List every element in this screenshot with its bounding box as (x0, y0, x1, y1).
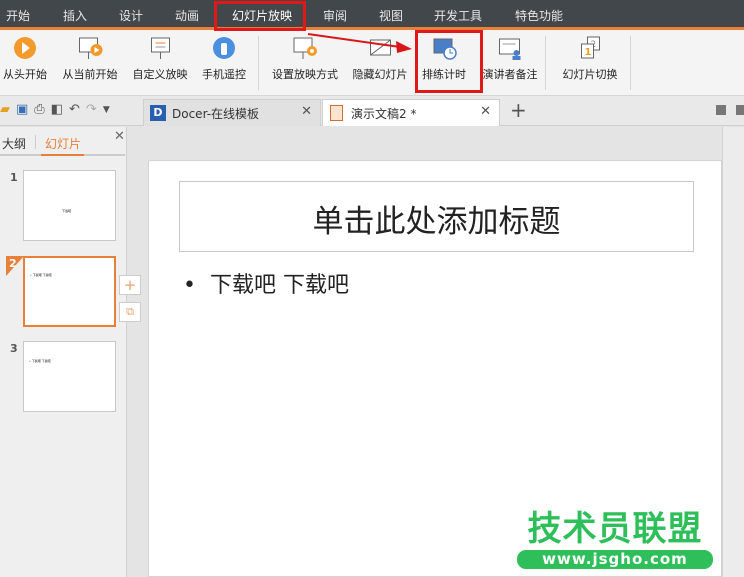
custom-show-icon (147, 36, 173, 60)
play-circle-icon (12, 36, 38, 60)
tab-label: 演示文稿2 * (351, 107, 417, 121)
menu-insert[interactable]: 插入 (63, 7, 87, 24)
slide-thumbnail-3[interactable]: • 下载吧 下载吧 (23, 341, 116, 412)
slide-transition-icon: 21 (577, 36, 603, 60)
button-label: 自定义放映 (132, 68, 188, 81)
thumbnail-text: 下载吧 (62, 209, 72, 213)
thumbnail-text: • 下载吧 下载吧 (29, 359, 51, 363)
bullet-text: 下载吧 下载吧 (209, 273, 349, 298)
button-label: 从头开始 (3, 68, 47, 81)
watermark-title: 技术员联盟 (527, 509, 703, 549)
menu-bar: 开始 插入 设计 动画 幻灯片放映 审阅 视图 开发工具 特色功能 (0, 0, 744, 30)
menu-special[interactable]: 特色功能 (515, 7, 563, 24)
document-tab-bar: ▰ ▣ ⎙ ◧ ↶ ↷ ▼ D Docer-在线模板 ✕ 演示文稿2 * ✕ + (0, 96, 744, 126)
play-from-current-button[interactable]: 从当前开始 (63, 34, 118, 82)
watermark-url: www.jsgho.com (517, 550, 713, 569)
presentation-file-icon (330, 105, 343, 121)
highlight-box-slideshow-menu (214, 1, 306, 31)
tab-slides[interactable]: 幻灯片 (45, 135, 81, 152)
red-arrow-annotation (307, 33, 412, 53)
bullet-icon: • (183, 273, 210, 298)
menu-developer[interactable]: 开发工具 (434, 7, 482, 24)
menu-animation[interactable]: 动画 (175, 7, 199, 24)
button-label: 手机遥控 (202, 68, 246, 81)
menu-view[interactable]: 视图 (379, 7, 403, 24)
svg-text:1: 1 (584, 47, 591, 58)
close-icon[interactable]: ✕ (301, 104, 312, 119)
divider (35, 135, 36, 149)
watermark: 技术员联盟 www.jsgho.com (515, 510, 715, 569)
tab-docer[interactable]: D Docer-在线模板 ✕ (143, 99, 321, 126)
duplicate-slide-button[interactable]: ⧉ (119, 302, 141, 322)
slide-transition-button[interactable]: 21 幻灯片切换 (563, 34, 618, 82)
slide-number: 2 (9, 257, 17, 270)
button-label: 幻灯片切换 (562, 68, 618, 81)
slide-number: 3 (10, 342, 18, 355)
print-icon[interactable]: ⎙ (34, 102, 44, 117)
dropdown-icon[interactable]: ▼ (103, 102, 110, 117)
custom-show-button[interactable]: 自定义放映 (133, 34, 188, 82)
phone-remote-icon (211, 36, 237, 60)
menu-design[interactable]: 设计 (119, 7, 143, 24)
menu-review[interactable]: 审阅 (323, 7, 347, 24)
tab-presentation[interactable]: 演示文稿2 * ✕ (322, 99, 500, 126)
window-icon[interactable] (736, 105, 744, 115)
separator (258, 36, 259, 90)
speaker-notes-icon (497, 36, 523, 60)
slide-thumbnail-2[interactable]: • 下载吧 下载吧 (23, 256, 116, 327)
play-from-start-button[interactable]: 从头开始 (3, 34, 47, 82)
content-bullet[interactable]: • 下载吧 下载吧 (183, 267, 349, 299)
separator (630, 36, 631, 90)
close-pane-icon[interactable]: ✕ (114, 129, 125, 144)
slide-number: 1 (10, 171, 18, 184)
docer-logo-icon: D (150, 105, 166, 121)
phone-remote-button[interactable]: 手机遥控 (202, 34, 246, 82)
active-tab-indicator (41, 154, 84, 156)
redo-icon[interactable]: ↷ (86, 102, 97, 117)
button-label: 从当前开始 (62, 68, 118, 81)
close-icon[interactable]: ✕ (480, 104, 491, 119)
separator (545, 36, 546, 90)
play-from-current-icon (77, 36, 103, 60)
new-tab-button[interactable]: + (510, 98, 527, 122)
add-slide-button[interactable]: + (119, 275, 141, 295)
thumbnail-text: • 下载吧 下载吧 (30, 273, 52, 277)
print-preview-icon[interactable]: ◧ (51, 102, 63, 117)
menu-start[interactable]: 开始 (6, 7, 30, 24)
speaker-notes-button[interactable]: 演讲者备注 (483, 34, 538, 82)
open-folder-icon[interactable]: ▰ (0, 102, 10, 117)
tab-outline[interactable]: 大纲 (2, 135, 26, 152)
save-icon[interactable]: ▣ (16, 102, 28, 117)
undo-icon[interactable]: ↶ (69, 102, 80, 117)
vertical-scrollbar[interactable] (722, 127, 744, 577)
highlight-box-rehearse-timing (415, 30, 483, 93)
slides-pane: 大纲 幻灯片 ✕ 1 下载吧 2 • 下载吧 下载吧 3 • 下载吧 下载吧 +… (0, 127, 141, 577)
slide-thumbnail-1[interactable]: 下载吧 (23, 170, 116, 241)
quick-access-toolbar: ▰ ▣ ⎙ ◧ ↶ ↷ ▼ (0, 102, 110, 117)
title-placeholder[interactable]: 单击此处添加标题 (179, 181, 694, 252)
button-label: 设置放映方式 (272, 68, 338, 81)
tab-label: Docer-在线模板 (172, 107, 260, 121)
button-label: 演讲者备注 (482, 68, 538, 81)
button-label: 隐藏幻灯片 (352, 68, 408, 81)
restore-icon[interactable] (716, 105, 726, 115)
